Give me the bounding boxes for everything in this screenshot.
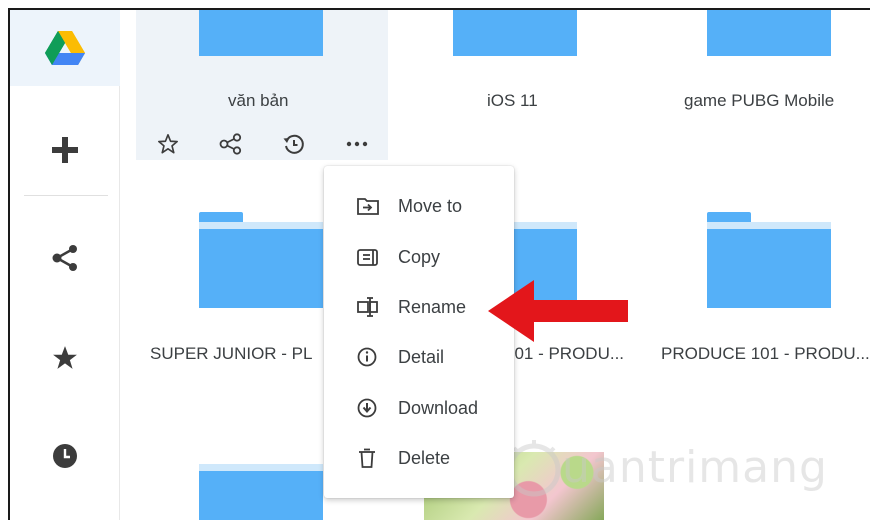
folder-name: văn bản bbox=[228, 91, 289, 110]
trash-icon bbox=[356, 447, 390, 469]
folder-actions-bar bbox=[136, 127, 388, 160]
new-button[interactable] bbox=[10, 120, 120, 180]
sidebar-divider bbox=[24, 195, 108, 196]
history-button[interactable] bbox=[262, 127, 325, 160]
sidebar-item-recent[interactable] bbox=[10, 426, 120, 486]
more-icon bbox=[346, 141, 367, 146]
folder-icon[interactable] bbox=[707, 212, 831, 308]
menu-item-label: Delete bbox=[398, 447, 451, 468]
share-button[interactable] bbox=[199, 127, 262, 160]
menu-item-rename[interactable]: Rename bbox=[324, 282, 514, 332]
sidebar-item-shared[interactable] bbox=[10, 228, 120, 288]
star-icon bbox=[53, 346, 77, 369]
menu-item-download[interactable]: Download bbox=[324, 383, 514, 433]
menu-item-delete[interactable]: Delete bbox=[324, 433, 514, 483]
menu-item-label: Move to bbox=[398, 195, 463, 216]
download-icon bbox=[356, 397, 390, 419]
history-icon bbox=[283, 134, 304, 154]
menu-item-label: Detail bbox=[398, 346, 445, 367]
menu-item-label: Download bbox=[398, 397, 479, 418]
copy-icon bbox=[356, 247, 390, 267]
folder-icon[interactable] bbox=[199, 212, 323, 308]
share-icon bbox=[219, 132, 241, 155]
context-menu: Move to Copy Rename Detail Download Dele… bbox=[324, 166, 514, 498]
star-button[interactable] bbox=[136, 127, 199, 160]
menu-item-move-to[interactable]: Move to bbox=[324, 181, 514, 231]
info-icon bbox=[356, 346, 390, 368]
star-icon bbox=[157, 133, 178, 154]
folder-name: game PUBG Mobile bbox=[684, 91, 835, 110]
menu-item-label: Rename bbox=[398, 296, 467, 317]
folder-icon[interactable] bbox=[199, 464, 323, 520]
more-options-button[interactable] bbox=[325, 127, 388, 160]
move-to-icon bbox=[356, 196, 390, 216]
folder-name: 101 - PRODU... bbox=[505, 344, 625, 363]
share-icon bbox=[52, 245, 77, 271]
folder-name: PRODUCE 101 - PRODU... bbox=[661, 344, 870, 363]
rename-icon bbox=[356, 296, 390, 318]
sidebar-item-starred[interactable] bbox=[10, 328, 120, 388]
menu-item-label: Copy bbox=[398, 246, 441, 267]
menu-item-copy[interactable]: Copy bbox=[324, 232, 514, 282]
plus-icon bbox=[52, 137, 78, 163]
folder-icon[interactable] bbox=[453, 10, 577, 56]
red-arrow-annotation bbox=[488, 280, 628, 342]
folder-icon bbox=[199, 10, 323, 56]
sidebar bbox=[10, 10, 120, 520]
drive-logo-icon bbox=[45, 31, 85, 65]
folder-name: SUPER JUNIOR - PL bbox=[150, 344, 313, 363]
menu-item-detail[interactable]: Detail bbox=[324, 332, 514, 382]
folder-name: iOS 11 bbox=[487, 91, 538, 110]
clock-icon bbox=[53, 444, 77, 468]
drive-logo-button[interactable] bbox=[10, 10, 120, 86]
folder-icon[interactable] bbox=[707, 10, 831, 56]
